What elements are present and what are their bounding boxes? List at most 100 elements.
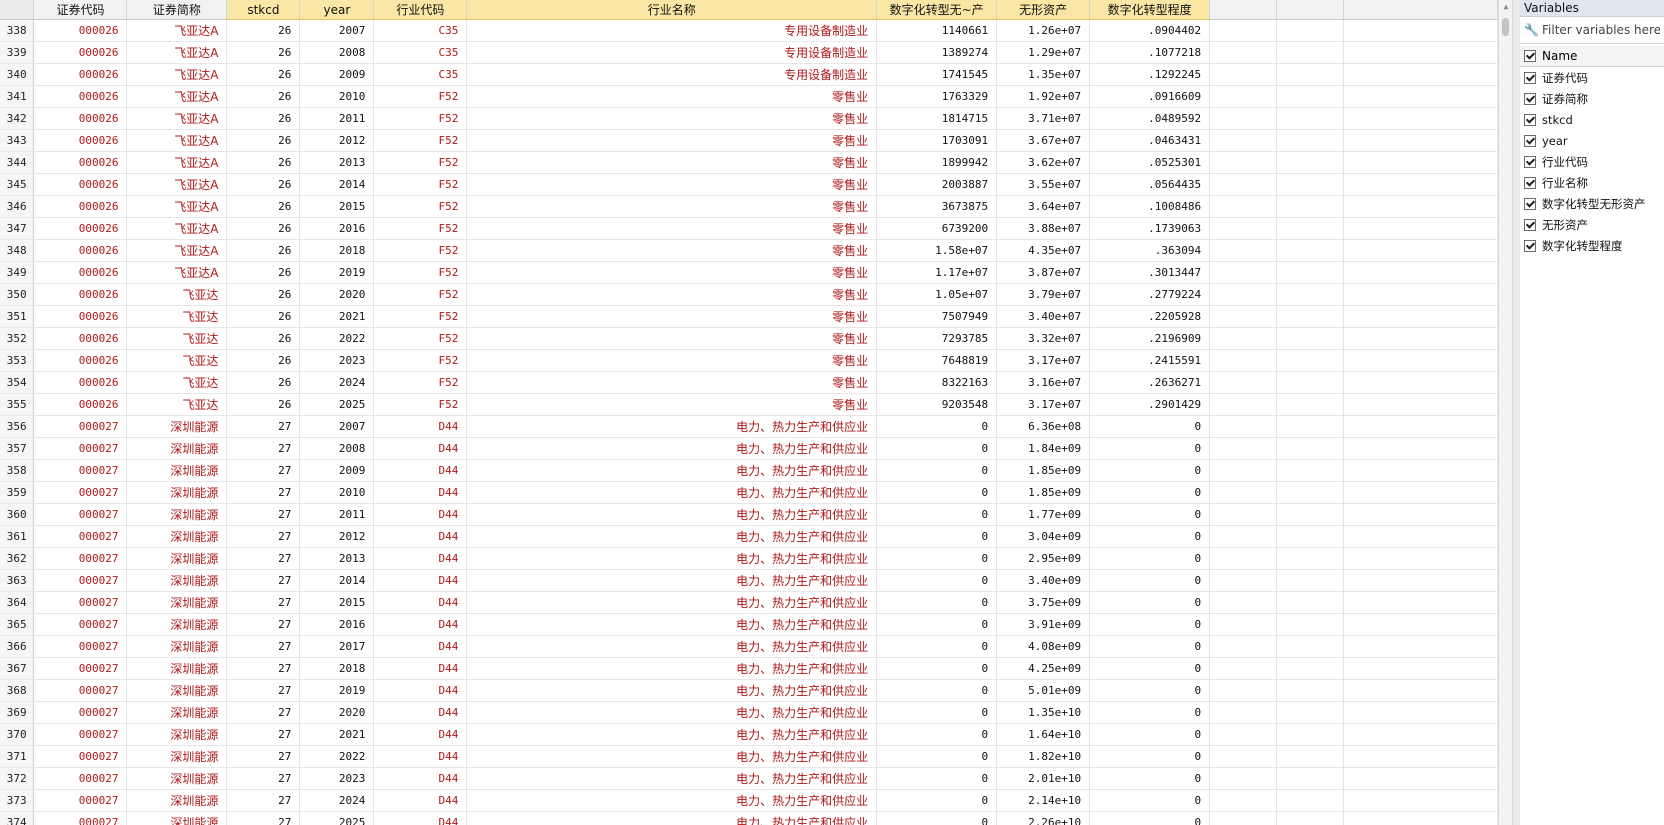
empty-cell[interactable] [1276, 305, 1344, 328]
empty-cell[interactable] [1276, 393, 1344, 416]
table-cell[interactable]: 深圳能源 [126, 701, 228, 724]
table-cell[interactable]: 飞亚达A [126, 173, 228, 196]
table-cell[interactable]: 27 [226, 437, 301, 460]
table-cell[interactable]: 1741545 [876, 63, 998, 86]
table-cell[interactable]: 0 [876, 767, 998, 790]
table-cell[interactable]: 2.26e+10 [996, 811, 1091, 825]
table-cell[interactable]: 000026 [33, 151, 128, 174]
table-cell[interactable]: 000027 [33, 547, 128, 570]
table-cell[interactable]: 零售业 [466, 393, 878, 416]
table-cell[interactable]: F52 [373, 327, 468, 350]
table-cell[interactable]: 电力、热力生产和供应业 [466, 547, 878, 570]
checkbox-checked-icon[interactable] [1524, 218, 1536, 231]
table-cell[interactable]: 飞亚达A [126, 195, 228, 218]
empty-cell[interactable] [1209, 41, 1278, 64]
table-row[interactable]: 341 000026 飞亚达A 26 2010 F52 零售业 1763329 1.92e+07… [0, 85, 1498, 108]
empty-cell[interactable] [1209, 19, 1278, 42]
empty-cell[interactable] [1276, 19, 1344, 42]
table-row[interactable]: 372 000027 深圳能源 27 2023 D44 电力、热力生产和供应业 0 2.01e+… [0, 767, 1498, 790]
table-cell[interactable]: 3.75e+09 [996, 591, 1091, 614]
empty-column-header[interactable] [1276, 0, 1344, 20]
table-row[interactable]: 373 000027 深圳能源 27 2024 D44 电力、热力生产和供应业 0 2.14e+… [0, 789, 1498, 812]
table-cell[interactable]: 000027 [33, 437, 128, 460]
table-cell[interactable]: 深圳能源 [126, 569, 228, 592]
empty-cell[interactable] [1209, 217, 1278, 240]
table-cell[interactable]: 2012 [299, 525, 375, 548]
table-cell[interactable]: 3.62e+07 [996, 151, 1091, 174]
table-row[interactable]: 368 000027 深圳能源 27 2019 D44 电力、热力生产和供应业 0 5.01e+… [0, 679, 1498, 702]
empty-cell[interactable] [1209, 261, 1278, 284]
table-cell[interactable]: 27 [226, 745, 301, 768]
table-cell[interactable]: 0 [876, 679, 998, 702]
empty-cell[interactable] [1343, 107, 1498, 130]
empty-cell[interactable] [1209, 349, 1278, 372]
table-cell[interactable]: 4.08e+09 [996, 635, 1091, 658]
table-cell[interactable]: 000026 [33, 393, 128, 416]
table-cell[interactable]: 3.40e+07 [996, 305, 1091, 328]
table-cell[interactable]: 2008 [299, 41, 375, 64]
table-cell[interactable]: 0 [1089, 811, 1211, 825]
empty-cell[interactable] [1276, 107, 1344, 130]
table-cell[interactable]: 000026 [33, 261, 128, 284]
table-cell[interactable]: 3.17e+07 [996, 393, 1091, 416]
row-number[interactable]: 352 [0, 327, 35, 350]
table-cell[interactable]: 26 [226, 85, 301, 108]
table-cell[interactable]: 零售业 [466, 107, 878, 130]
empty-cell[interactable] [1343, 503, 1498, 526]
empty-cell[interactable] [1276, 349, 1344, 372]
table-cell[interactable]: 0 [876, 437, 998, 460]
empty-cell[interactable] [1209, 569, 1278, 592]
table-cell[interactable]: 000026 [33, 85, 128, 108]
table-cell[interactable]: 000026 [33, 327, 128, 350]
table-cell[interactable]: 深圳能源 [126, 657, 228, 680]
table-cell[interactable]: 深圳能源 [126, 811, 228, 825]
data-editor-grid[interactable]: 证券代码 证券简称 stkcd year 行业代码 行业名称 数字化转型无~产 无形资产 数字化… [0, 0, 1498, 825]
empty-cell[interactable] [1276, 415, 1344, 438]
table-cell[interactable]: 2011 [299, 107, 375, 130]
empty-cell[interactable] [1343, 569, 1498, 592]
checkbox-checked-icon[interactable] [1524, 176, 1536, 189]
table-cell[interactable]: 电力、热力生产和供应业 [466, 811, 878, 825]
empty-cell[interactable] [1276, 129, 1344, 152]
row-number[interactable]: 361 [0, 525, 35, 548]
table-cell[interactable]: 2020 [299, 283, 375, 306]
empty-cell[interactable] [1343, 591, 1498, 614]
table-cell[interactable]: D44 [373, 569, 468, 592]
table-cell[interactable]: 0 [876, 547, 998, 570]
row-number[interactable]: 360 [0, 503, 35, 526]
table-cell[interactable]: 27 [226, 701, 301, 724]
empty-cell[interactable] [1209, 503, 1278, 526]
table-cell[interactable]: 2019 [299, 261, 375, 284]
empty-cell[interactable] [1343, 679, 1498, 702]
table-cell[interactable]: 1389274 [876, 41, 998, 64]
table-cell[interactable]: 飞亚达 [126, 327, 228, 350]
table-cell[interactable]: 2003887 [876, 173, 998, 196]
table-cell[interactable]: D44 [373, 437, 468, 460]
table-row[interactable]: 365 000027 深圳能源 27 2016 D44 电力、热力生产和供应业 0 3.91e+… [0, 613, 1498, 636]
empty-cell[interactable] [1343, 261, 1498, 284]
table-cell[interactable]: 27 [226, 723, 301, 746]
empty-cell[interactable] [1276, 525, 1344, 548]
empty-cell[interactable] [1209, 393, 1278, 416]
table-row[interactable]: 359 000027 深圳能源 27 2010 D44 电力、热力生产和供应业 0 1.85e+… [0, 481, 1498, 504]
table-cell[interactable]: 000026 [33, 19, 128, 42]
variable-item[interactable]: 行业代码 [1520, 151, 1664, 172]
table-cell[interactable]: 0 [1089, 613, 1211, 636]
variable-item[interactable]: 证券代码 [1520, 67, 1664, 88]
row-number-header[interactable] [0, 0, 35, 20]
table-cell[interactable]: 26 [226, 173, 301, 196]
table-row[interactable]: 340 000026 飞亚达A 26 2009 C35 专用设备制造业 1741545 1.35… [0, 63, 1498, 86]
empty-cell[interactable] [1209, 481, 1278, 504]
empty-cell[interactable] [1276, 723, 1344, 746]
table-cell[interactable]: 0 [876, 723, 998, 746]
table-cell[interactable]: 深圳能源 [126, 415, 228, 438]
empty-cell[interactable] [1276, 591, 1344, 614]
table-row[interactable]: 339 000026 飞亚达A 26 2008 C35 专用设备制造业 1389274 1.29… [0, 41, 1498, 64]
empty-cell[interactable] [1343, 173, 1498, 196]
vertical-scrollbar[interactable]: ▲ [1498, 0, 1513, 825]
table-cell[interactable]: 000027 [33, 613, 128, 636]
table-cell[interactable]: 深圳能源 [126, 613, 228, 636]
table-cell[interactable]: 电力、热力生产和供应业 [466, 767, 878, 790]
empty-cell[interactable] [1343, 349, 1498, 372]
table-cell[interactable]: 2011 [299, 503, 375, 526]
